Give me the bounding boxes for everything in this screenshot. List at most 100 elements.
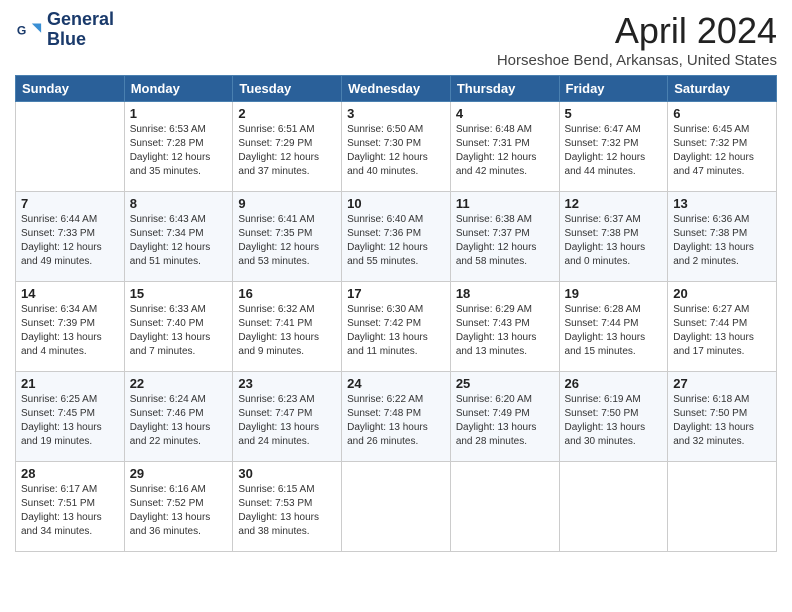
- day-info: Sunrise: 6:37 AMSunset: 7:38 PMDaylight:…: [565, 213, 663, 269]
- calendar-cell: 16 Sunrise: 6:32 AMSunset: 7:41 PMDayligh…: [233, 282, 342, 372]
- day-info: Sunrise: 6:20 AMSunset: 7:49 PMDaylight:…: [456, 393, 554, 449]
- calendar-cell: 6 Sunrise: 6:45 AMSunset: 7:32 PMDaylight…: [668, 102, 777, 192]
- calendar-cell: 13 Sunrise: 6:36 AMSunset: 7:38 PMDayligh…: [668, 192, 777, 282]
- day-info: Sunrise: 6:15 AMSunset: 7:53 PMDaylight:…: [238, 483, 336, 539]
- calendar-cell: 1Sunrise: 6:53 AMSunset: 7:28 PMDaylight…: [124, 102, 233, 192]
- day-number: 19: [565, 286, 663, 301]
- day-header-sunday: Sunday: [16, 76, 125, 102]
- day-number: 29: [130, 466, 228, 481]
- calendar-cell: 14Sunrise: 6:34 AMSunset: 7:39 PMDayligh…: [16, 282, 125, 372]
- day-info: Sunrise: 6:38 AMSunset: 7:37 PMDaylight:…: [456, 213, 554, 269]
- calendar-cell: 23Sunrise: 6:23 AMSunset: 7:47 PMDayligh…: [233, 372, 342, 462]
- day-number: 24: [347, 376, 445, 391]
- day-header-monday: Monday: [124, 76, 233, 102]
- day-info: Sunrise: 6:44 AMSunset: 7:33 PMDaylight:…: [21, 213, 119, 269]
- day-number: 3: [347, 106, 445, 121]
- calendar-cell: 30 Sunrise: 6:15 AMSunset: 7:53 PMDayligh…: [233, 462, 342, 552]
- day-info: Sunrise: 6:41 AMSunset: 7:35 PMDaylight:…: [238, 213, 336, 269]
- calendar-cell: [342, 462, 451, 552]
- day-info: Sunrise: 6:48 AMSunset: 7:31 PMDaylight:…: [456, 123, 554, 179]
- calendar-week-row: 1Sunrise: 6:53 AMSunset: 7:28 PMDaylight…: [16, 102, 777, 192]
- calendar-cell: [16, 102, 125, 192]
- day-number: 14: [21, 286, 119, 301]
- day-info: Sunrise: 6:45 AMSunset: 7:32 PMDaylight:…: [673, 123, 771, 179]
- day-number: 26: [565, 376, 663, 391]
- calendar-cell: 12 Sunrise: 6:37 AMSunset: 7:38 PMDayligh…: [559, 192, 668, 282]
- calendar-table: SundayMondayTuesdayWednesdayThursdayFrid…: [15, 75, 777, 552]
- day-number: 11: [456, 196, 554, 211]
- calendar-week-row: 28 Sunrise: 6:17 AMSunset: 7:51 PMDayligh…: [16, 462, 777, 552]
- day-info: Sunrise: 6:36 AMSunset: 7:38 PMDaylight:…: [673, 213, 771, 269]
- title-block: April 2024 Horseshoe Bend, Arkansas, Uni…: [497, 10, 777, 69]
- day-info: Sunrise: 6:23 AMSunset: 7:47 PMDaylight:…: [238, 393, 336, 449]
- calendar-week-row: 7 Sunrise: 6:44 AMSunset: 7:33 PMDaylight…: [16, 192, 777, 282]
- day-number: 27: [673, 376, 771, 391]
- day-info: Sunrise: 6:50 AMSunset: 7:30 PMDaylight:…: [347, 123, 445, 179]
- day-info: Sunrise: 6:53 AMSunset: 7:28 PMDaylight:…: [130, 123, 228, 179]
- day-header-friday: Friday: [559, 76, 668, 102]
- day-number: 12: [565, 196, 663, 211]
- day-info: Sunrise: 6:17 AMSunset: 7:51 PMDaylight:…: [21, 483, 119, 539]
- day-info: Sunrise: 6:27 AMSunset: 7:44 PMDaylight:…: [673, 303, 771, 359]
- calendar-cell: 8Sunrise: 6:43 AMSunset: 7:34 PMDaylight…: [124, 192, 233, 282]
- calendar-header-row: SundayMondayTuesdayWednesdayThursdayFrid…: [16, 76, 777, 102]
- day-number: 20: [673, 286, 771, 301]
- day-header-saturday: Saturday: [668, 76, 777, 102]
- day-info: Sunrise: 6:51 AMSunset: 7:29 PMDaylight:…: [238, 123, 336, 179]
- day-number: 5: [565, 106, 663, 121]
- calendar-cell: [559, 462, 668, 552]
- day-header-thursday: Thursday: [450, 76, 559, 102]
- day-info: Sunrise: 6:40 AMSunset: 7:36 PMDaylight:…: [347, 213, 445, 269]
- calendar-cell: 18Sunrise: 6:29 AMSunset: 7:43 PMDayligh…: [450, 282, 559, 372]
- day-number: 28: [21, 466, 119, 481]
- day-number: 21: [21, 376, 119, 391]
- logo-line2: Blue: [47, 30, 114, 50]
- calendar-cell: 5 Sunrise: 6:47 AMSunset: 7:32 PMDaylight…: [559, 102, 668, 192]
- calendar-week-row: 21 Sunrise: 6:25 AMSunset: 7:45 PMDayligh…: [16, 372, 777, 462]
- logo-icon: G: [15, 16, 43, 44]
- day-number: 15: [130, 286, 228, 301]
- day-info: Sunrise: 6:24 AMSunset: 7:46 PMDaylight:…: [130, 393, 228, 449]
- day-info: Sunrise: 6:25 AMSunset: 7:45 PMDaylight:…: [21, 393, 119, 449]
- calendar-cell: 10 Sunrise: 6:40 AMSunset: 7:36 PMDayligh…: [342, 192, 451, 282]
- day-info: Sunrise: 6:22 AMSunset: 7:48 PMDaylight:…: [347, 393, 445, 449]
- calendar-cell: 21 Sunrise: 6:25 AMSunset: 7:45 PMDayligh…: [16, 372, 125, 462]
- calendar-cell: 3 Sunrise: 6:50 AMSunset: 7:30 PMDaylight…: [342, 102, 451, 192]
- month-title: April 2024: [497, 10, 777, 52]
- day-info: Sunrise: 6:33 AMSunset: 7:40 PMDaylight:…: [130, 303, 228, 359]
- calendar-cell: 15 Sunrise: 6:33 AMSunset: 7:40 PMDayligh…: [124, 282, 233, 372]
- day-info: Sunrise: 6:28 AMSunset: 7:44 PMDaylight:…: [565, 303, 663, 359]
- day-number: 22: [130, 376, 228, 391]
- calendar-cell: [668, 462, 777, 552]
- day-number: 25: [456, 376, 554, 391]
- day-info: Sunrise: 6:30 AMSunset: 7:42 PMDaylight:…: [347, 303, 445, 359]
- day-number: 10: [347, 196, 445, 211]
- day-number: 7: [21, 196, 119, 211]
- calendar-cell: 7 Sunrise: 6:44 AMSunset: 7:33 PMDaylight…: [16, 192, 125, 282]
- svg-text:G: G: [17, 23, 26, 37]
- day-number: 18: [456, 286, 554, 301]
- calendar-cell: 4 Sunrise: 6:48 AMSunset: 7:31 PMDaylight…: [450, 102, 559, 192]
- day-number: 16: [238, 286, 336, 301]
- day-header-wednesday: Wednesday: [342, 76, 451, 102]
- logo-line1: General: [47, 10, 114, 30]
- day-info: Sunrise: 6:16 AMSunset: 7:52 PMDaylight:…: [130, 483, 228, 539]
- logo: G General Blue: [15, 10, 114, 50]
- day-number: 13: [673, 196, 771, 211]
- day-info: Sunrise: 6:18 AMSunset: 7:50 PMDaylight:…: [673, 393, 771, 449]
- day-number: 6: [673, 106, 771, 121]
- day-number: 8: [130, 196, 228, 211]
- calendar-cell: 2Sunrise: 6:51 AMSunset: 7:29 PMDaylight…: [233, 102, 342, 192]
- calendar-cell: 22 Sunrise: 6:24 AMSunset: 7:46 PMDayligh…: [124, 372, 233, 462]
- day-number: 30: [238, 466, 336, 481]
- calendar-cell: 25 Sunrise: 6:20 AMSunset: 7:49 PMDayligh…: [450, 372, 559, 462]
- calendar-cell: 20 Sunrise: 6:27 AMSunset: 7:44 PMDayligh…: [668, 282, 777, 372]
- day-number: 4: [456, 106, 554, 121]
- calendar-cell: 11 Sunrise: 6:38 AMSunset: 7:37 PMDayligh…: [450, 192, 559, 282]
- calendar-cell: 27 Sunrise: 6:18 AMSunset: 7:50 PMDayligh…: [668, 372, 777, 462]
- day-info: Sunrise: 6:32 AMSunset: 7:41 PMDaylight:…: [238, 303, 336, 359]
- location-text: Horseshoe Bend, Arkansas, United States: [497, 52, 777, 69]
- day-info: Sunrise: 6:47 AMSunset: 7:32 PMDaylight:…: [565, 123, 663, 179]
- calendar-cell: 17Sunrise: 6:30 AMSunset: 7:42 PMDayligh…: [342, 282, 451, 372]
- calendar-cell: 24 Sunrise: 6:22 AMSunset: 7:48 PMDayligh…: [342, 372, 451, 462]
